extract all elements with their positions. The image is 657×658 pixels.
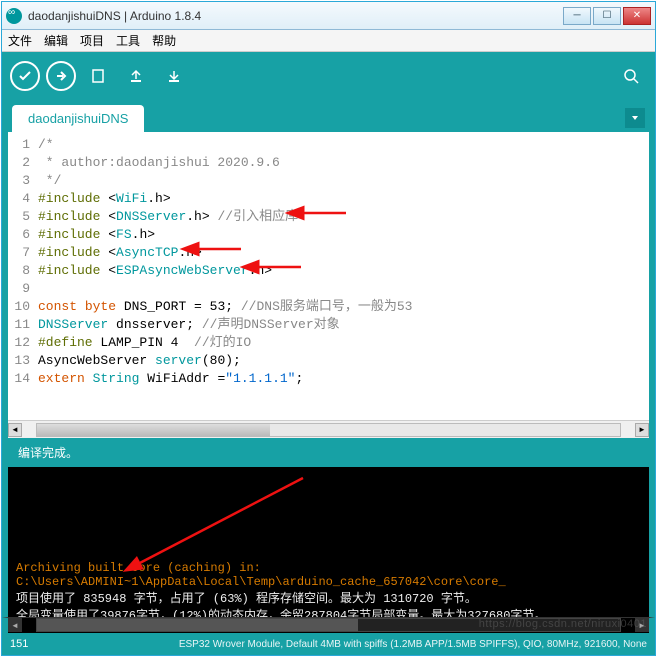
board-info: ESP32 Wrover Module, Default 4MB with sp…: [179, 639, 647, 650]
line-number-indicator: 151: [10, 638, 28, 650]
console-line-globals: 全局变量使用了39876字节，(12%)的动态内存，余留287804字节局部变量…: [16, 606, 641, 617]
new-button[interactable]: [82, 60, 114, 92]
code-line[interactable]: 10const byte DNS_PORT = 53; //DNS服务端口号，一…: [8, 298, 649, 316]
bottom-statusbar: 151 ESP32 Wrover Module, Default 4MB wit…: [2, 633, 655, 655]
titlebar: daodanjishuiDNS | Arduino 1.8.4 ─ ☐ ✕: [2, 2, 655, 30]
status-message: 编译完成。: [2, 438, 655, 467]
tab-sketch[interactable]: daodanjishuiDNS: [12, 105, 144, 132]
console-line-archive: Archiving built core (caching) in: C:\Us…: [16, 561, 641, 589]
menu-edit[interactable]: 编辑: [44, 32, 68, 49]
menubar: 文件 编辑 项目 工具 帮助: [2, 30, 655, 52]
arduino-icon: [6, 8, 22, 24]
code-line[interactable]: 14extern String WiFiAddr ="1.1.1.1";: [8, 370, 649, 388]
menu-file[interactable]: 文件: [8, 32, 32, 49]
scroll-right-icon[interactable]: ►: [635, 423, 649, 437]
code-line[interactable]: 6#include <FS.h>: [8, 226, 649, 244]
upload-button[interactable]: [46, 61, 76, 91]
code-line[interactable]: 13AsyncWebServer server(80);: [8, 352, 649, 370]
minimize-button[interactable]: ─: [563, 7, 591, 25]
menu-sketch[interactable]: 项目: [80, 32, 104, 49]
code-line[interactable]: 12#define LAMP_PIN 4 //灯的IO: [8, 334, 649, 352]
console-scroll-left-icon[interactable]: ◄: [8, 618, 22, 632]
console-line-sketch-size: 项目使用了 835948 字节，占用了 (63%) 程序存储空间。最大为 131…: [16, 589, 641, 606]
editor-h-scrollbar[interactable]: ◄ ►: [8, 420, 649, 438]
tab-dropdown-button[interactable]: [625, 108, 645, 128]
menu-tools[interactable]: 工具: [116, 32, 140, 49]
code-line[interactable]: 1/*: [8, 136, 649, 154]
window-title: daodanjishuiDNS | Arduino 1.8.4: [28, 9, 563, 23]
code-line[interactable]: 2 * author:daodanjishui 2020.9.6: [8, 154, 649, 172]
serial-monitor-button[interactable]: [615, 60, 647, 92]
code-line[interactable]: 3 */: [8, 172, 649, 190]
console-output[interactable]: Archiving built core (caching) in: C:\Us…: [2, 467, 655, 617]
code-line[interactable]: 7#include <AsyncTCP.h>: [8, 244, 649, 262]
toolbar: [2, 52, 655, 100]
close-button[interactable]: ✕: [623, 7, 651, 25]
save-button[interactable]: [158, 60, 190, 92]
open-button[interactable]: [120, 60, 152, 92]
scroll-left-icon[interactable]: ◄: [8, 423, 22, 437]
code-line[interactable]: 9: [8, 280, 649, 298]
watermark: https://blog.csdn.net/niruxi0401: [479, 618, 647, 630]
code-line[interactable]: 11DNSServer dnsserver; //声明DNSServer对象: [8, 316, 649, 334]
menu-help[interactable]: 帮助: [152, 32, 176, 49]
tab-bar: daodanjishuiDNS: [2, 100, 655, 132]
code-line[interactable]: 8#include <ESPAsyncWebServer.h>: [8, 262, 649, 280]
code-line[interactable]: 5#include <DNSServer.h> //引入相应库: [8, 208, 649, 226]
code-editor[interactable]: 1/*2 * author:daodanjishui 2020.9.63 */4…: [2, 132, 655, 438]
maximize-button[interactable]: ☐: [593, 7, 621, 25]
code-line[interactable]: 4#include <WiFi.h>: [8, 190, 649, 208]
verify-button[interactable]: [10, 61, 40, 91]
